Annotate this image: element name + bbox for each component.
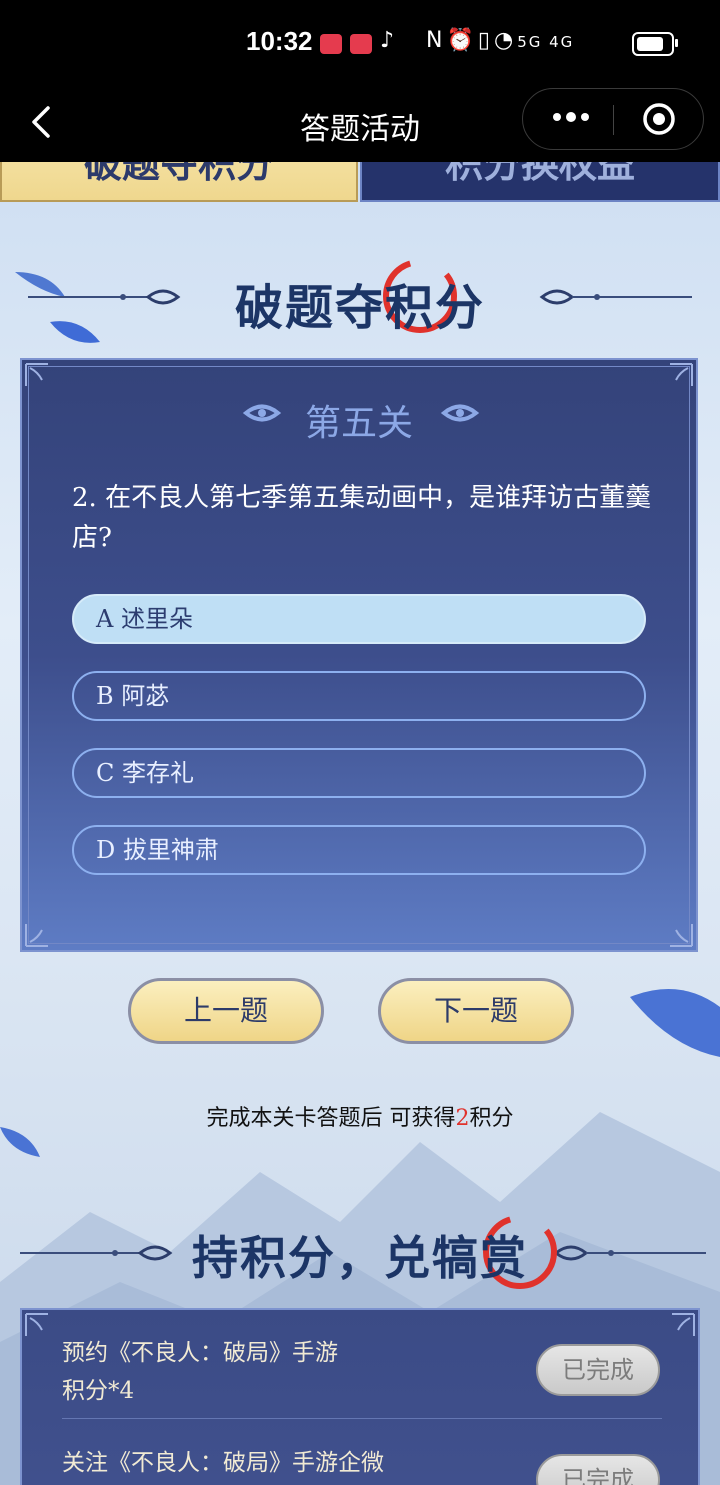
exchange-panel: 预约《不良人：破局》手游 积分*4 已完成 关注《不良人：破局》手游企微 已完成: [20, 1308, 700, 1485]
alarm-icon: ⏰: [446, 28, 478, 53]
quiz-panel: 第五关 2. 在不良人第七季第五集动画中，是谁拜访古董羹店? A 述里朵 B 阿…: [20, 358, 698, 952]
tab-points-exchange[interactable]: 积分换权益: [360, 162, 720, 202]
close-miniprogram-icon[interactable]: [641, 101, 677, 137]
signal-icon: 5G 4G: [517, 33, 575, 51]
tab-answer-quiz[interactable]: 破题夺积分: [0, 162, 358, 202]
mini-program-capsule: [522, 88, 704, 150]
option-b[interactable]: B 阿苾: [72, 671, 646, 721]
wifi-icon: ◔: [493, 28, 518, 53]
system-status-icons: N⏰▯◔5G 4G: [426, 28, 574, 53]
app-notification-icon: [350, 34, 372, 54]
more-icon[interactable]: [551, 107, 591, 127]
quiz-section-heading: 破题夺积分: [234, 280, 485, 336]
corner-ornament: [672, 1313, 695, 1336]
reward-suffix: 积分: [469, 1106, 514, 1131]
option-d[interactable]: D 拔里神肃: [72, 825, 646, 875]
corner-ornament: [670, 924, 693, 947]
corner-ornament: [25, 924, 48, 947]
option-a[interactable]: A 述里朵: [72, 594, 646, 644]
divider: [62, 1418, 662, 1419]
status-time: 10:32: [246, 26, 313, 56]
corner-ornament: [25, 1313, 48, 1336]
app-notification-icon: [320, 34, 342, 54]
reward-points: 2: [455, 1106, 470, 1131]
status-bar: 10:32 ♪ N⏰▯◔5G 4G: [0, 0, 720, 86]
feather-decoration: [630, 989, 720, 1057]
nfc-icon: N: [426, 28, 447, 53]
corner-ornament: [25, 363, 48, 386]
option-c[interactable]: C 李存礼: [72, 748, 646, 798]
reward-note: 完成本关卡答题后 可获得2积分: [0, 1100, 720, 1132]
vibrate-icon: ▯: [477, 28, 494, 53]
question-text: 2. 在不良人第七季第五集动画中，是谁拜访古董羹店?: [72, 483, 652, 553]
battery-icon: [632, 32, 678, 56]
prev-question-button[interactable]: 上一题: [128, 978, 324, 1044]
completed-button[interactable]: 已完成: [536, 1344, 660, 1396]
tiktok-icon: ♪: [380, 28, 395, 53]
corner-ornament: [670, 363, 693, 386]
activity-content[interactable]: 破题夺积分 积分换权益 破题夺积分 第五关 2. 在不良人第七季第五集动画中，是…: [0, 162, 720, 1485]
level-ornament-right: [440, 404, 480, 422]
completed-button[interactable]: 已完成: [536, 1454, 660, 1485]
level-title: 第五关: [304, 403, 413, 444]
exchange-section-heading: 持积分，兑犒赏: [192, 1231, 528, 1285]
navbar: 答题活动: [0, 86, 720, 162]
next-question-button[interactable]: 下一题: [378, 978, 574, 1044]
reward-prefix: 完成本关卡答题后 可获得: [206, 1106, 456, 1131]
